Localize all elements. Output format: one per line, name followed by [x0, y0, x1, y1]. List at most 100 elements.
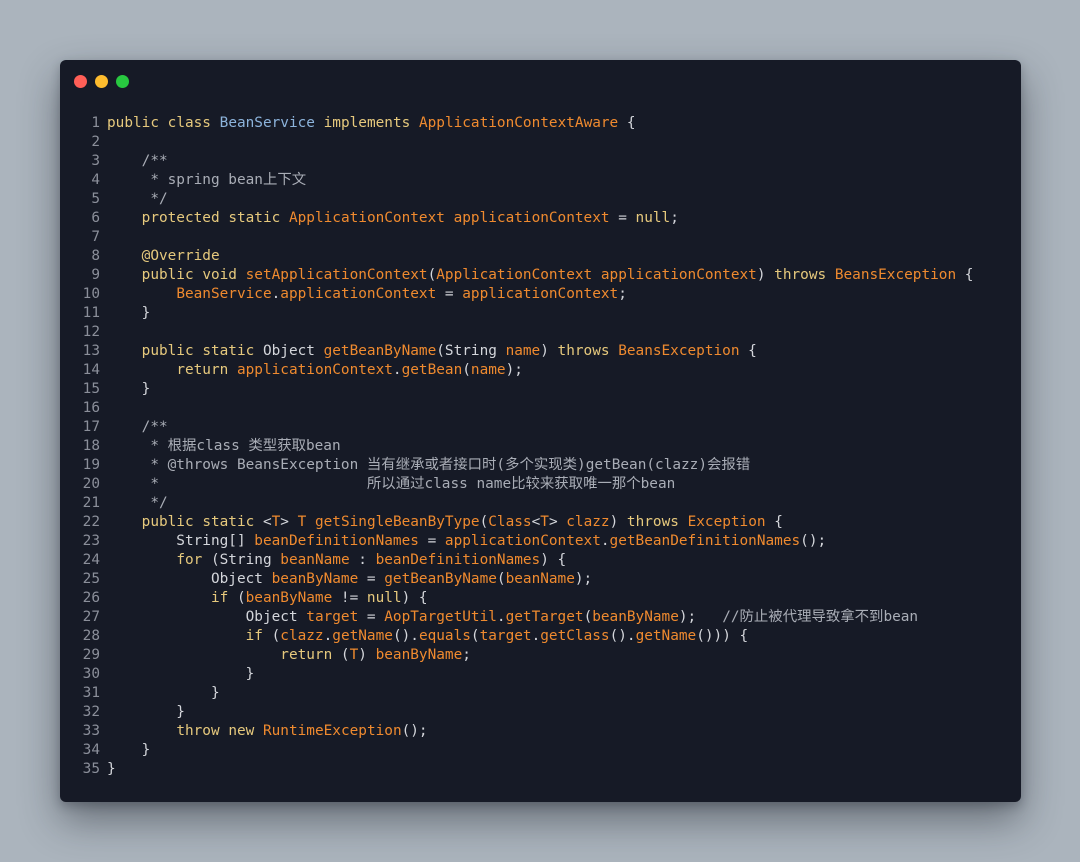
code-token: (	[332, 647, 350, 663]
code-text: }	[107, 665, 255, 684]
code-token: throws	[557, 343, 610, 359]
close-dot-icon[interactable]	[74, 75, 87, 88]
code-token: ;	[670, 210, 679, 226]
code-token: ().	[609, 628, 636, 644]
line-number: 1	[91, 115, 100, 131]
code-text: }	[107, 380, 151, 399]
code-token: .	[271, 286, 281, 302]
code-text: public void setApplicationContext(Applic…	[107, 266, 974, 285]
code-token: void	[202, 267, 237, 283]
code-token: .	[600, 533, 610, 549]
code-text: Object target = AopTargetUtil.getTarget(…	[107, 608, 918, 627]
code-token: .	[496, 609, 506, 625]
line-number: 5	[91, 191, 100, 207]
code-token: applicationContext	[600, 267, 757, 283]
code-token: }	[107, 704, 185, 720]
code-token: //防止被代理导致拿不到bean	[722, 609, 919, 625]
code-line: 10 BeanService.applicationContext = appl…	[80, 285, 1011, 304]
code-text: }	[107, 703, 185, 722]
code-line: 7	[80, 228, 1011, 247]
code-token: T	[349, 647, 359, 663]
code-token: ();	[800, 533, 827, 549]
code-token: );	[574, 571, 593, 587]
code-token: <	[531, 514, 541, 530]
code-token: public	[141, 267, 194, 283]
code-token: target	[306, 609, 359, 625]
code-token: ) {	[540, 552, 567, 568]
code-token: applicationContext	[236, 362, 393, 378]
code-text: return applicationContext.getBean(name);	[107, 361, 523, 380]
line-number: 27	[82, 609, 100, 625]
code-token: beanByName	[592, 609, 679, 625]
code-text: */	[107, 494, 167, 513]
code-text: * 所以通过class name比较来获取唯一那个bean	[107, 475, 675, 494]
line-number: 23	[82, 533, 100, 549]
maximize-dot-icon[interactable]	[116, 75, 129, 88]
code-token: BeansException	[618, 343, 740, 359]
code-text: protected static ApplicationContext appl…	[107, 209, 679, 228]
code-token: beanDefinitionNames	[375, 552, 541, 568]
code-line: 1 public class BeanService implements App…	[80, 114, 1011, 133]
code-token: */	[141, 191, 168, 207]
code-line: 33 throw new RuntimeException();	[80, 722, 1011, 741]
minimize-dot-icon[interactable]	[95, 75, 108, 88]
code-window: 1 public class BeanService implements App…	[60, 60, 1021, 802]
code-text: Object beanByName = getBeanByName(beanNa…	[107, 570, 592, 589]
line-number: 15	[82, 381, 100, 397]
code-token: /**	[141, 153, 168, 169]
code-line: 8 @Override	[80, 247, 1011, 266]
code-token: RuntimeException	[262, 723, 402, 739]
code-token: null	[635, 210, 671, 226]
code-token: }	[107, 685, 220, 701]
code-line: 23 String[] beanDefinitionNames = applic…	[80, 532, 1011, 551]
line-number: 28	[82, 628, 100, 644]
code-token: clazz	[280, 628, 324, 644]
line-number: 33	[82, 723, 100, 739]
code-text: if (clazz.getName().equals(target.getCla…	[107, 627, 749, 646]
code-line: 17 /**	[80, 418, 1011, 437]
code-token: applicationContext	[453, 210, 610, 226]
code-text: @Override	[107, 247, 220, 266]
code-text: BeanService.applicationContext = applica…	[107, 285, 627, 304]
code-text: }	[107, 741, 151, 760]
code-token: throws	[626, 514, 679, 530]
code-line: 30 }	[80, 665, 1011, 684]
code-token: }	[107, 761, 116, 777]
code-token: =	[436, 286, 463, 302]
code-token: <	[254, 514, 272, 530]
code-token: .	[392, 362, 402, 378]
line-number: 32	[82, 704, 100, 720]
code-line: 11 }	[80, 304, 1011, 323]
code-token: @Override	[141, 248, 220, 264]
code-text: /**	[107, 152, 168, 171]
code-token: ().	[392, 628, 419, 644]
code-token: Object	[107, 571, 272, 587]
line-number: 35	[82, 761, 100, 777]
code-token: beanName	[280, 552, 350, 568]
code-token: ) {	[401, 590, 428, 606]
line-number: 6	[91, 210, 100, 226]
code-token: )	[358, 647, 376, 663]
code-token: )	[756, 267, 775, 283]
line-number: 8	[91, 248, 100, 264]
line-number: 29	[82, 647, 100, 663]
code-token: * spring bean上下文	[141, 172, 307, 188]
code-token: beanName	[505, 571, 575, 587]
code-line: 20 * 所以通过class name比较来获取唯一那个bean	[80, 475, 1011, 494]
code-token: beanByName	[271, 571, 359, 587]
code-text: if (beanByName != null) {	[107, 589, 428, 608]
code-token: protected	[141, 210, 220, 226]
line-number: 9	[91, 267, 100, 283]
line-number: 18	[82, 438, 100, 454]
code-token: for	[176, 552, 203, 568]
